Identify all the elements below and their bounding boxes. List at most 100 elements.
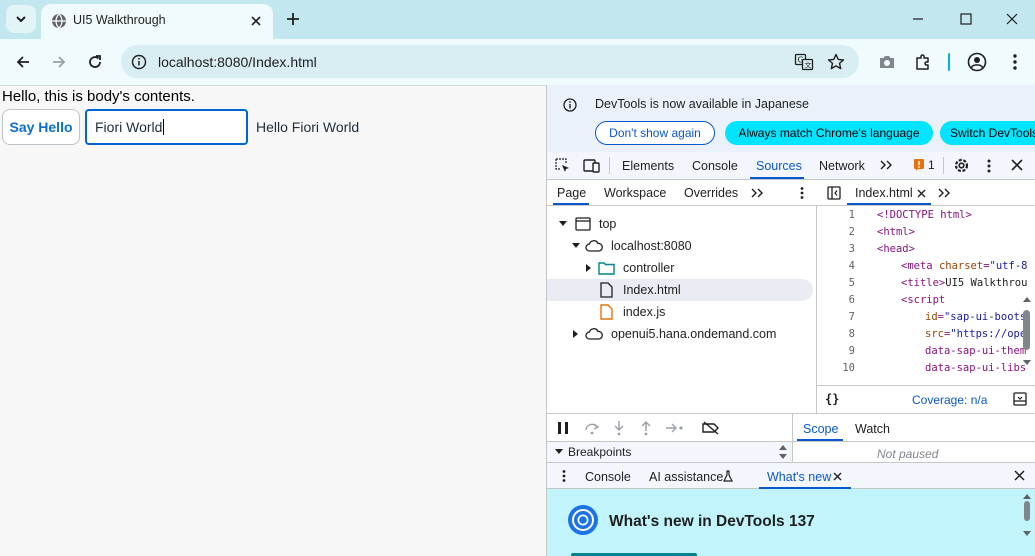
scroll-up-icon[interactable]	[1023, 296, 1031, 304]
tree-item-index-html[interactable]: Index.html	[547, 279, 813, 301]
active-tab-indicator	[847, 203, 931, 205]
url-text[interactable]: localhost:8080/Index.html	[158, 54, 317, 70]
tree-item-openui5-host[interactable]: openui5.hana.ondemand.com	[547, 323, 813, 345]
maximize-button[interactable]	[943, 6, 989, 32]
back-button[interactable]	[8, 47, 38, 77]
forward-button[interactable]	[44, 47, 74, 77]
tab-search-button[interactable]	[6, 5, 36, 33]
tab-sources[interactable]: Sources	[756, 159, 802, 173]
more-tabs-chevron-icon[interactable]	[937, 187, 951, 199]
code-line[interactable]: 3 <head>	[817, 243, 1027, 260]
line-number: 5	[848, 277, 855, 289]
settings-gear-icon[interactable]	[953, 157, 970, 174]
code-line[interactable]: 2 <html>	[817, 226, 1027, 243]
scroll-down-icon[interactable]	[1023, 358, 1031, 366]
step-into-icon[interactable]	[613, 420, 625, 436]
tab-title: UI5 Walkthrough	[73, 13, 166, 27]
say-hello-button[interactable]: Say Hello	[2, 109, 80, 145]
step-over-icon[interactable]	[584, 421, 600, 435]
code-line[interactable]: 5 <title>UI5 Walkthrou	[817, 277, 1027, 294]
tab-overrides[interactable]: Overrides	[684, 186, 738, 200]
whats-new-title: What's new in DevTools 137	[609, 513, 815, 530]
drawer-tab-whats-new[interactable]: What's new	[767, 470, 831, 484]
minimize-button[interactable]	[895, 6, 941, 32]
code-line[interactable]: 7 id="sap-ui-boots	[817, 311, 1027, 328]
code-line[interactable]: 10 data-sap-ui-libs	[817, 362, 1027, 379]
browser-menu-icon[interactable]	[1004, 51, 1026, 73]
tree-item-controller-folder[interactable]: controller	[547, 257, 813, 279]
line-number: 2	[848, 226, 855, 238]
drawer-tab-ai-assistance[interactable]: AI assistance	[649, 470, 723, 484]
show-drawer-icon[interactable]	[1013, 392, 1027, 406]
tab-close-button[interactable]	[247, 12, 265, 30]
name-input[interactable]: Fiori World	[85, 109, 248, 145]
tab-workspace[interactable]: Workspace	[604, 186, 666, 200]
tab-network[interactable]: Network	[819, 159, 865, 173]
translate-icon[interactable]: G文	[793, 51, 815, 73]
tab-scope[interactable]: Scope	[803, 422, 838, 436]
sources-navigator: Page Workspace Overrides top localhost:8…	[547, 180, 817, 413]
camera-icon[interactable]	[876, 51, 898, 73]
drawer-tab-console[interactable]: Console	[585, 470, 631, 484]
always-match-language-button[interactable]: Always match Chrome's language	[725, 121, 933, 145]
line-number: 8	[848, 328, 855, 340]
extensions-icon[interactable]	[912, 51, 934, 73]
device-toolbar-icon[interactable]	[583, 158, 601, 174]
code-line[interactable]: 8 src="https://ope	[817, 328, 1027, 345]
maximize-icon	[960, 13, 972, 25]
vertical-scrollbar-thumb[interactable]	[1024, 501, 1030, 521]
close-drawer-icon[interactable]	[1014, 470, 1025, 481]
scroll-arrows-icon[interactable]	[779, 444, 787, 460]
more-tabs-chevron-icon[interactable]	[879, 159, 893, 171]
close-tab-icon[interactable]	[833, 472, 842, 481]
breakpoints-section-header[interactable]: Breakpoints	[547, 442, 792, 462]
drawer-menu-icon[interactable]	[561, 469, 567, 483]
tab-console[interactable]: Console	[692, 159, 738, 173]
scroll-up-icon[interactable]	[1023, 493, 1031, 501]
site-info-icon[interactable]	[129, 52, 149, 72]
pause-icon[interactable]	[556, 421, 570, 435]
code-line[interactable]: 6 <script	[817, 294, 1027, 311]
toggle-navigator-icon[interactable]	[827, 186, 841, 200]
tab-watch[interactable]: Watch	[855, 422, 890, 436]
browser-toolbar: localhost:8080/Index.html G文	[0, 39, 1035, 85]
deactivate-breakpoints-icon[interactable]	[702, 421, 720, 435]
editor-file-tab[interactable]: Index.html	[855, 186, 913, 200]
close-window-button[interactable]	[989, 6, 1035, 32]
dont-show-again-button[interactable]: Don't show again	[595, 121, 715, 145]
scroll-down-icon[interactable]	[1023, 529, 1031, 537]
close-file-tab-icon[interactable]	[917, 189, 926, 198]
step-out-icon[interactable]	[640, 420, 652, 436]
web-page-viewport: Hello, this is body's contents. Say Hell…	[0, 85, 546, 556]
close-icon	[1006, 13, 1018, 25]
code-line[interactable]: 1 <!DOCTYPE html>	[817, 209, 1027, 226]
devtools-main-tabs: Elements Console Sources Network 1	[547, 152, 1035, 180]
more-tabs-chevron-icon[interactable]	[750, 187, 764, 199]
pretty-print-icon[interactable]: {}	[825, 392, 839, 406]
tree-item-host[interactable]: localhost:8080	[547, 235, 813, 257]
issues-counter[interactable]: 1	[913, 158, 935, 172]
tree-item-top[interactable]: top	[547, 213, 813, 235]
tab-elements[interactable]: Elements	[622, 159, 674, 173]
step-icon[interactable]	[665, 422, 685, 434]
reload-button[interactable]	[80, 47, 110, 77]
tree-item-index-js[interactable]: index.js	[547, 301, 813, 323]
close-devtools-icon[interactable]	[1011, 159, 1023, 171]
new-tab-button[interactable]	[282, 8, 304, 30]
line-number: 9	[848, 345, 855, 357]
browser-tab[interactable]: UI5 Walkthrough	[41, 4, 273, 39]
address-bar[interactable]: localhost:8080/Index.html G文	[121, 45, 859, 78]
vertical-scrollbar-thumb[interactable]	[1023, 310, 1030, 350]
switch-devtools-language-button[interactable]: Switch DevTools	[940, 121, 1035, 145]
bookmark-star-icon[interactable]	[825, 51, 847, 73]
file-icon	[600, 282, 613, 298]
code-line[interactable]: 4 <meta charset="utf-8	[817, 260, 1027, 277]
code-line[interactable]: 9 data-sap-ui-them	[817, 345, 1027, 362]
devtools-menu-icon[interactable]	[986, 158, 992, 174]
profile-avatar-icon[interactable]	[966, 51, 988, 73]
inspect-element-icon[interactable]	[555, 158, 571, 174]
coverage-status[interactable]: Coverage: n/a	[912, 393, 987, 407]
navigator-menu-icon[interactable]	[799, 186, 805, 200]
caret-right-icon	[573, 330, 578, 338]
tab-page[interactable]: Page	[557, 186, 586, 200]
